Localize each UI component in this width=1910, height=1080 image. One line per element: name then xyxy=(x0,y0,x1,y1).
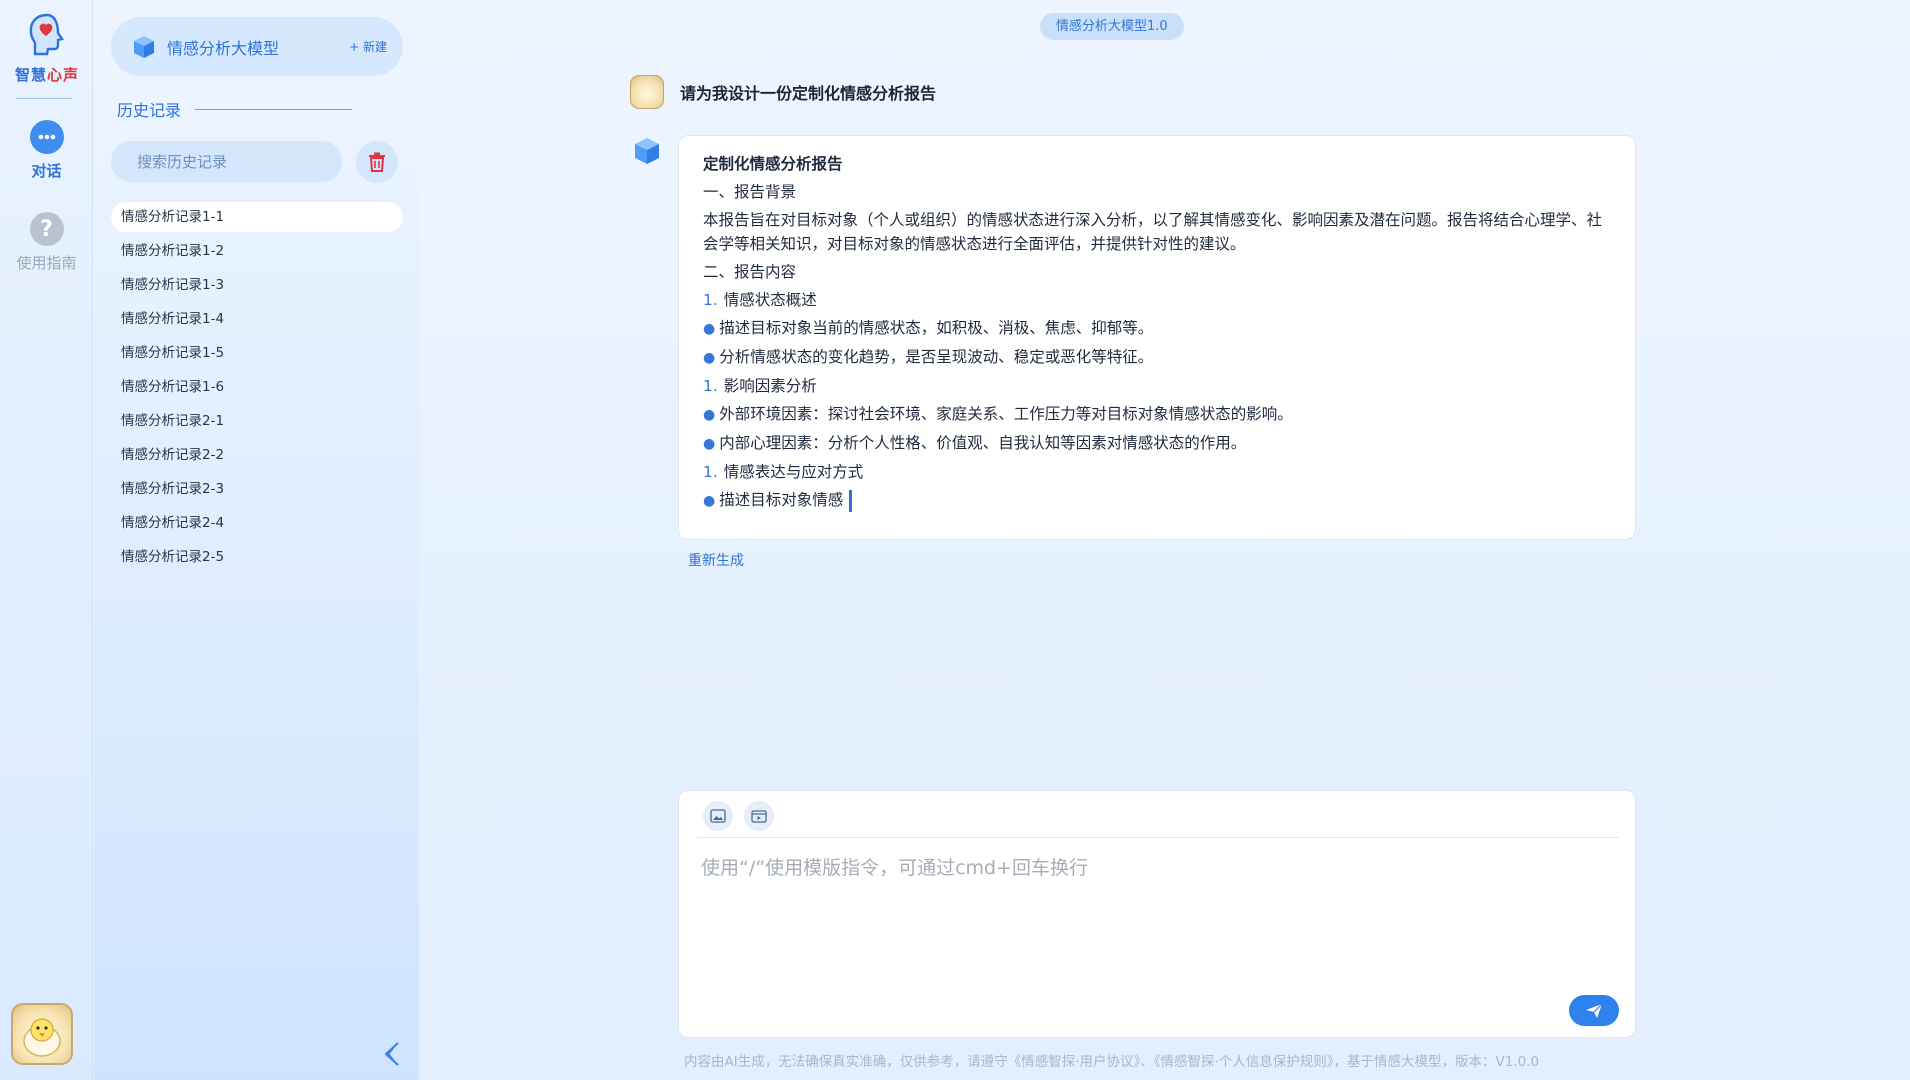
user-message-text: 请为我设计一份定制化情感分析报告 xyxy=(680,84,937,103)
head-heart-icon xyxy=(29,13,64,56)
history-item[interactable]: 情感分析记录2-4 xyxy=(111,508,403,538)
nav-chat-label: 对话 xyxy=(31,162,62,180)
history-item[interactable]: 情感分析记录2-1 xyxy=(111,406,403,436)
nav-chat[interactable]: 对话 xyxy=(0,120,93,181)
trash-icon xyxy=(369,152,385,172)
list-number: 1. xyxy=(703,377,718,395)
history-panel: 情感分析大模型 + 新建 历史记录 情感分析记录1-1情感分析记录1-2情感分析… xyxy=(94,0,419,1080)
history-item[interactable]: 情感分析记录1-1 xyxy=(111,202,403,232)
send-button[interactable] xyxy=(1569,995,1619,1026)
bullet-icon: ● xyxy=(703,321,716,337)
history-search xyxy=(111,141,342,182)
upload-image-button[interactable] xyxy=(703,801,733,831)
question-icon: ? xyxy=(29,212,64,246)
bullet-item: ● 描述目标对象当前的情感状态，如积极、消极、焦虑、抑郁等。 xyxy=(703,316,1611,341)
bot-response: 定制化情感分析报告 一、报告背景 本报告旨在对目标对象（个人或组织）的情感状态进… xyxy=(678,135,1636,540)
model-version-tag: 情感分析大模型1.0 xyxy=(1040,13,1184,40)
history-list: 情感分析记录1-1 情感分析记录1-2 情感分析记录1-3 情感分析记录1-4 情感分析… xyxy=(111,202,403,576)
bullet-item: ● 描述目标对象情感 xyxy=(703,488,1611,513)
video-icon xyxy=(751,810,767,823)
clear-history-button[interactable] xyxy=(356,141,398,183)
bullet-item: ● 分析情感状态的变化趋势，是否呈现波动、稳定或恶化等特征。 xyxy=(703,345,1611,370)
history-search-input[interactable] xyxy=(137,152,331,171)
composer xyxy=(678,790,1636,1038)
cube-icon xyxy=(134,35,154,58)
history-item[interactable]: 情感分析记录2-5 xyxy=(111,542,403,572)
list-number: 1. xyxy=(703,463,718,481)
upload-video-button[interactable] xyxy=(744,801,774,831)
bullet-text: 外部环境因素：探讨社会环境、家庭关系、工作压力等对目标对象情感状态的影响。 xyxy=(719,405,1293,423)
list-item-text: 情感状态概述 xyxy=(723,291,817,309)
chick-avatar-icon xyxy=(23,1018,61,1057)
collapse-sidebar-icon[interactable] xyxy=(380,1040,404,1068)
model-selector[interactable]: 情感分析大模型 + 新建 xyxy=(111,17,403,76)
regenerate-button[interactable]: 重新生成 xyxy=(688,550,744,570)
history-item[interactable]: 情感分析记录2-2 xyxy=(111,440,403,470)
message-input[interactable] xyxy=(701,853,1601,973)
brand-logo: 智慧心声 xyxy=(8,12,86,85)
disclaimer-footer: 内容由AI生成，无法确保真实准确，仅供参考，请遵守《情感智探·用户协议》、《情感… xyxy=(684,1054,1540,1070)
history-title: 历史记录 xyxy=(117,101,182,120)
list-number: 1. xyxy=(703,291,718,309)
composer-divider xyxy=(697,837,1619,838)
bullet-item: ● 内部心理因素：分析个人性格、价值观、自我认知等因素对情感状态的作用。 xyxy=(703,431,1611,456)
list-item: 1. 情感状态概述 xyxy=(703,288,1611,312)
bullet-item: ● 外部环境因素：探讨社会环境、家庭关系、工作压力等对目标对象情感状态的影响。 xyxy=(703,402,1611,427)
report-title: 定制化情感分析报告 xyxy=(703,155,843,173)
bullet-text: 描述目标对象情感 xyxy=(719,491,844,509)
history-header: 历史记录 xyxy=(117,97,353,121)
image-icon xyxy=(710,809,726,823)
chat-main: 情感分析大模型1.0 请为我设计一份定制化情感分析报告 定制化情感分析报告 一、… xyxy=(420,0,1910,1080)
history-item[interactable]: 情感分析记录1-3 xyxy=(111,270,403,300)
nav-guide-label: 使用指南 xyxy=(16,254,77,272)
bullet-icon: ● xyxy=(703,350,716,366)
section-heading: 一、报告背景 xyxy=(703,183,797,201)
history-item[interactable]: 情感分析记录1-4 xyxy=(111,304,403,334)
user-message: 请为我设计一份定制化情感分析报告 xyxy=(630,75,936,109)
send-icon xyxy=(1586,1003,1603,1018)
list-item: 1. 情感表达与应对方式 xyxy=(703,460,1611,484)
background-paragraph: 本报告旨在对目标对象（个人或组织）的情感状态进行深入分析，以了解其情感变化、影响… xyxy=(703,211,1603,253)
history-item[interactable]: 情感分析记录2-3 xyxy=(111,474,403,504)
brand-name-part2: 心声 xyxy=(47,66,80,84)
bullet-icon: ● xyxy=(703,436,716,452)
brand-name-part1: 智慧 xyxy=(14,66,47,84)
bullet-text: 分析情感状态的变化趋势，是否呈现波动、稳定或恶化等特征。 xyxy=(719,348,1154,366)
new-chat-button[interactable]: + 新建 xyxy=(349,38,387,55)
model-name: 情感分析大模型 xyxy=(167,38,280,58)
list-item-text: 情感表达与应对方式 xyxy=(723,463,864,481)
bot-cube-icon xyxy=(635,138,659,164)
history-title-line xyxy=(195,108,353,110)
history-item[interactable]: 情感分析记录1-6 xyxy=(111,372,403,402)
bullet-icon: ● xyxy=(703,407,716,423)
user-avatar[interactable] xyxy=(11,1003,73,1065)
rail-divider xyxy=(16,98,72,99)
bullet-text: 描述目标对象当前的情感状态，如积极、消极、焦虑、抑郁等。 xyxy=(719,319,1154,337)
user-message-avatar xyxy=(630,75,664,109)
history-item[interactable]: 情感分析记录1-5 xyxy=(111,338,403,368)
chat-bubble-icon xyxy=(29,120,64,154)
bullet-text: 内部心理因素：分析个人性格、价值观、自我认知等因素对情感状态的作用。 xyxy=(719,434,1247,452)
history-item[interactable]: 情感分析记录1-2 xyxy=(111,236,403,266)
typing-cursor xyxy=(849,489,853,512)
list-item-text: 影响因素分析 xyxy=(723,377,817,395)
left-rail: 智慧心声 对话 ? 使用指南 xyxy=(0,0,93,1080)
list-item: 1. 影响因素分析 xyxy=(703,374,1611,398)
section-heading: 二、报告内容 xyxy=(703,263,797,281)
nav-guide[interactable]: ? 使用指南 xyxy=(0,212,93,273)
bullet-icon: ● xyxy=(703,493,716,509)
